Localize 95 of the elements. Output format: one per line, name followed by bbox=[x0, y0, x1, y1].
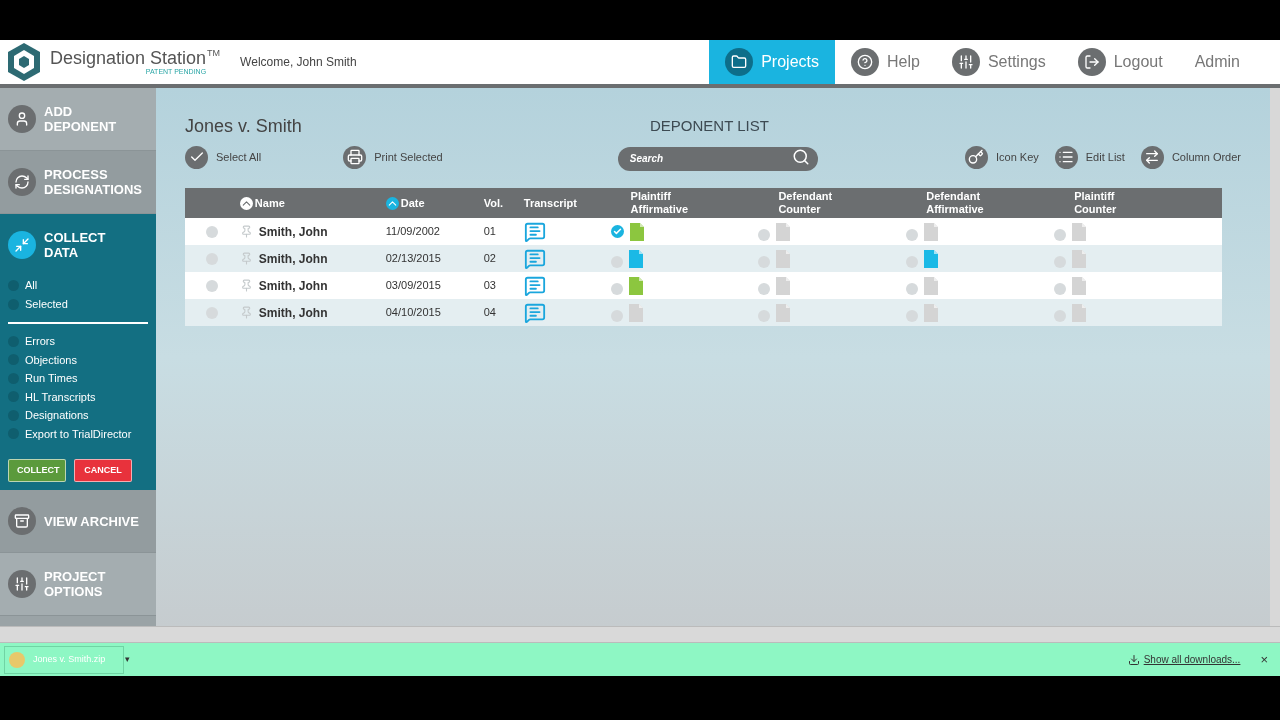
column-header[interactable]: Plaintiff Counter bbox=[1074, 190, 1222, 216]
name-cell-text: Smith, John bbox=[258, 277, 328, 295]
document-icon[interactable] bbox=[629, 222, 644, 241]
document-icon[interactable] bbox=[924, 276, 939, 295]
name-cell-text: Smith, John bbox=[258, 250, 328, 268]
document-icon[interactable] bbox=[1072, 222, 1087, 241]
volume-cell-text: 04 bbox=[483, 305, 497, 321]
toolbar-button[interactable]: Edit List bbox=[1054, 145, 1125, 169]
column-header[interactable]: Defendant Counter bbox=[778, 190, 927, 216]
volume-cell-text: 02 bbox=[483, 251, 497, 267]
document-icon[interactable] bbox=[628, 249, 643, 268]
document-icon[interactable] bbox=[776, 249, 791, 268]
help-icon bbox=[851, 48, 879, 76]
sliders-icon bbox=[8, 570, 36, 598]
scrollbar[interactable] bbox=[0, 626, 1280, 643]
option-label: Objections bbox=[25, 352, 77, 368]
sliders-icon bbox=[951, 48, 980, 76]
nav-tab[interactable]: Admin bbox=[1178, 40, 1256, 84]
sidebar-item[interactable]: COLLECT DATA bbox=[0, 214, 156, 276]
column-header[interactable]: Vol. bbox=[483, 194, 524, 212]
column-header[interactable]: Defendant Affirmative bbox=[926, 190, 1075, 216]
document-icon[interactable] bbox=[628, 303, 643, 322]
scope-label: Selected bbox=[25, 297, 68, 313]
pin-icon[interactable] bbox=[239, 306, 253, 319]
download-menu[interactable]: ▾ bbox=[125, 652, 130, 667]
key-icon bbox=[964, 145, 988, 169]
document-icon[interactable] bbox=[628, 276, 643, 295]
search-icon bbox=[791, 148, 810, 166]
volume-cell-text: 03 bbox=[483, 278, 497, 294]
document-icon[interactable] bbox=[924, 303, 939, 322]
check-icon[interactable] bbox=[610, 225, 624, 238]
toolbar-button[interactable]: Column Order bbox=[1140, 145, 1241, 169]
column-header[interactable]: Transcript bbox=[523, 194, 631, 212]
sidebar-item[interactable]: VIEW ARCHIVE bbox=[0, 490, 156, 552]
user-icon bbox=[8, 105, 36, 133]
name-cell-text: Smith, John bbox=[258, 304, 328, 322]
toolbar-button[interactable]: Print Selected bbox=[343, 145, 443, 169]
refresh-icon bbox=[8, 168, 36, 196]
column-header[interactable]: Date bbox=[385, 194, 484, 212]
document-icon[interactable] bbox=[776, 303, 791, 322]
nav-tab[interactable]: Help bbox=[835, 40, 936, 84]
sort-icon bbox=[239, 196, 253, 210]
transcript-icon[interactable] bbox=[523, 220, 546, 243]
nav-tab[interactable]: Logout bbox=[1061, 40, 1179, 84]
document-icon[interactable] bbox=[1072, 249, 1087, 268]
document-icon[interactable] bbox=[776, 276, 791, 295]
show-downloads-link[interactable]: Show all downloads... bbox=[1143, 652, 1241, 667]
cancel-button[interactable]: CANCEL bbox=[74, 459, 132, 482]
option-label: HL Transcripts bbox=[25, 389, 96, 405]
column-header[interactable]: Name bbox=[239, 194, 386, 212]
welcome-text: Welcome, John Smith bbox=[240, 54, 357, 71]
date-cell-text: 02/13/2015 bbox=[385, 251, 442, 267]
nav-tab[interactable]: Settings bbox=[935, 40, 1062, 84]
close-button[interactable]: × bbox=[1260, 649, 1268, 670]
scope-label: All bbox=[25, 278, 38, 294]
case-title: Jones v. Smith bbox=[185, 114, 303, 138]
document-icon[interactable] bbox=[1072, 303, 1087, 322]
option-label: Export to TrialDirector bbox=[25, 426, 132, 442]
list-title: DEPONENT LIST bbox=[650, 115, 769, 136]
column-header[interactable]: Plaintiff Affirmative bbox=[630, 190, 779, 216]
document-icon[interactable] bbox=[924, 222, 939, 241]
swap-icon bbox=[1140, 145, 1164, 169]
date-cell-text: 04/10/2015 bbox=[385, 305, 442, 321]
toolbar-button[interactable]: Select All bbox=[185, 145, 262, 169]
transcript-icon[interactable] bbox=[523, 301, 546, 324]
option-label: Designations bbox=[25, 408, 89, 423]
toolbar-button[interactable]: Icon Key bbox=[964, 145, 1039, 169]
name-cell-text: Smith, John bbox=[258, 223, 328, 241]
pin-icon[interactable] bbox=[239, 225, 253, 238]
date-cell-text: 03/09/2015 bbox=[385, 278, 442, 294]
document-icon[interactable] bbox=[776, 222, 791, 241]
transcript-icon[interactable] bbox=[523, 247, 546, 270]
list-icon bbox=[1054, 145, 1078, 169]
folder-icon bbox=[725, 48, 754, 76]
option-label: Run Times bbox=[25, 371, 78, 386]
sort-icon bbox=[385, 196, 399, 210]
logout-icon bbox=[1077, 48, 1106, 76]
search-field[interactable]: Search bbox=[617, 146, 818, 171]
arrows-icon bbox=[8, 231, 36, 259]
transcript-icon[interactable] bbox=[523, 274, 546, 297]
sidebar-item[interactable]: PROCESS DESIGNATIONS bbox=[0, 151, 156, 213]
check-icon bbox=[185, 145, 208, 169]
download-icon bbox=[1127, 653, 1140, 666]
pin-icon[interactable] bbox=[239, 279, 253, 292]
brand-name: Designation Station bbox=[50, 49, 207, 67]
date-cell-text: 11/09/2002 bbox=[385, 224, 441, 240]
scrollbar[interactable] bbox=[1270, 88, 1280, 626]
document-icon[interactable] bbox=[1072, 276, 1087, 295]
option-label: Errors bbox=[25, 334, 55, 349]
printer-icon bbox=[343, 145, 367, 169]
trademark: TM bbox=[207, 49, 221, 58]
collect-button[interactable]: COLLECT bbox=[8, 459, 66, 482]
pin-icon[interactable] bbox=[239, 252, 253, 265]
document-icon[interactable] bbox=[924, 249, 939, 268]
volume-cell-text: 01 bbox=[483, 224, 497, 240]
